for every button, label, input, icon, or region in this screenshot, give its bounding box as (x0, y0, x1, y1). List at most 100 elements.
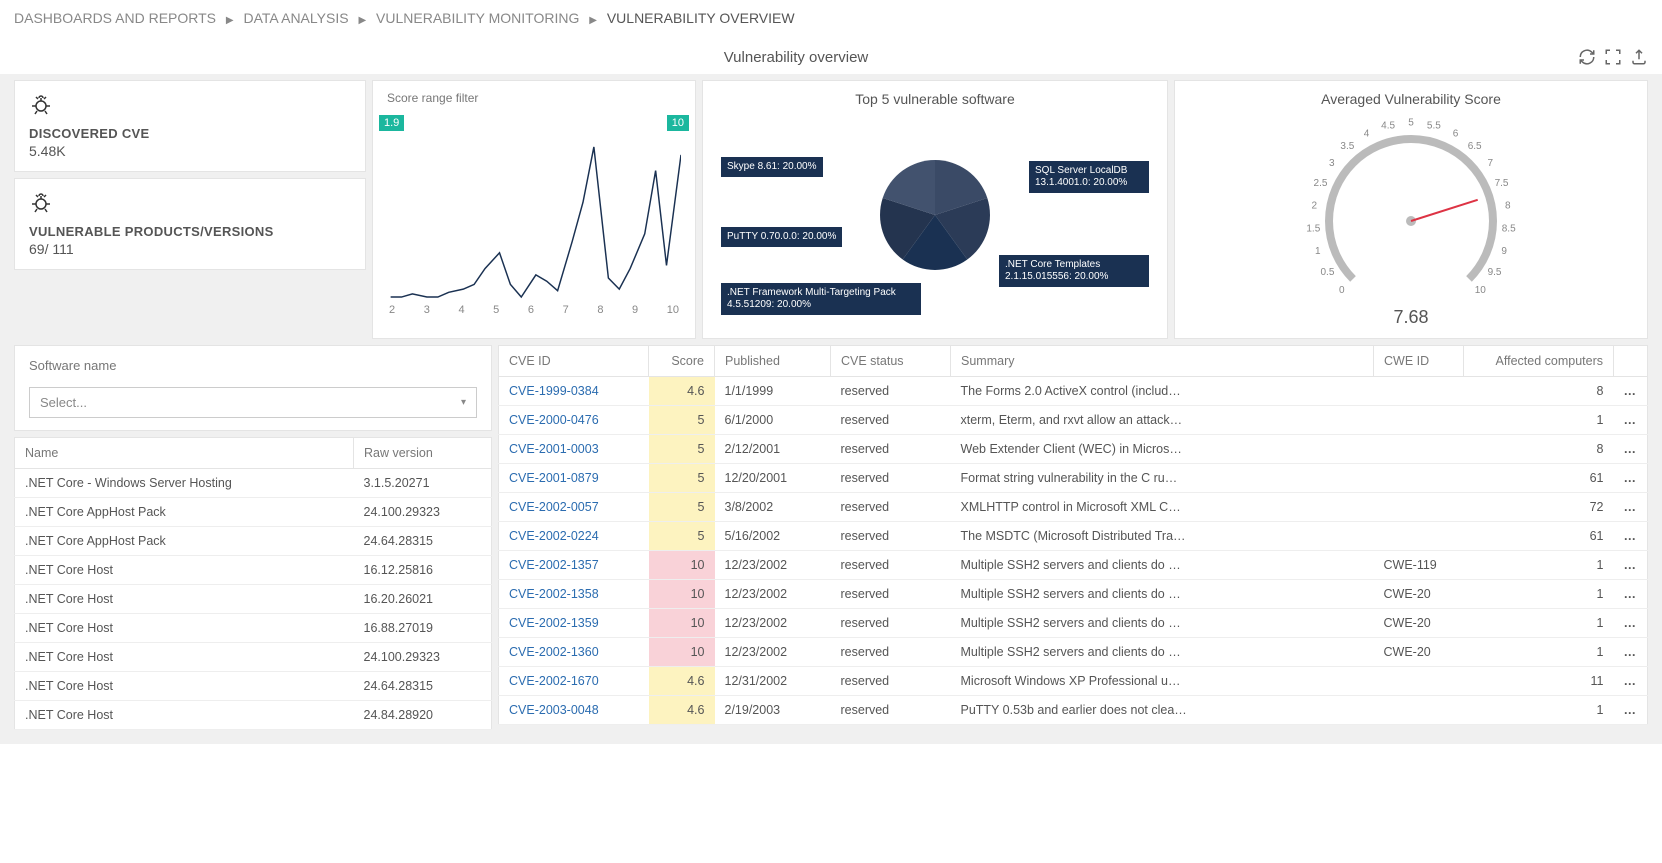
table-row[interactable]: CVE-2002-13571012/23/2002reservedMultipl… (499, 551, 1648, 580)
fullscreen-icon[interactable] (1604, 48, 1622, 66)
table-header[interactable]: Affected computers (1464, 346, 1614, 377)
filter-label: Software name (29, 358, 116, 373)
software-name-filter: Software name Select... ▾ (14, 345, 492, 431)
more-button[interactable]: … (1614, 406, 1648, 435)
svg-text:7.5: 7.5 (1495, 178, 1509, 189)
range-max-badge[interactable]: 10 (667, 115, 689, 131)
page-title: Vulnerability overview (14, 49, 1578, 66)
table-row[interactable]: CVE-2002-13601012/23/2002reservedMultipl… (499, 638, 1648, 667)
cve-link[interactable]: CVE-2000-0476 (509, 413, 599, 427)
more-button[interactable]: … (1614, 377, 1648, 406)
table-header[interactable]: CWE ID (1374, 346, 1464, 377)
table-row[interactable]: .NET Core - Windows Server Hosting3.1.5.… (15, 469, 492, 498)
table-row[interactable]: CVE-2002-005753/8/2002reservedXMLHTTP co… (499, 493, 1648, 522)
more-button[interactable]: … (1614, 551, 1648, 580)
vulnerable-versions-card: VULNERABLE PRODUCTS/VERSIONS 69/ 111 (14, 178, 366, 270)
table-row[interactable]: .NET Core AppHost Pack24.64.28315 (15, 527, 492, 556)
more-button[interactable]: … (1614, 667, 1648, 696)
cve-table: CVE IDScorePublishedCVE statusSummaryCWE… (498, 345, 1648, 725)
card-title: Score range filter (387, 91, 681, 105)
table-row[interactable]: .NET Core Host16.88.27019 (15, 614, 492, 643)
more-button[interactable]: … (1614, 493, 1648, 522)
software-name-select[interactable]: Select... ▾ (29, 387, 477, 418)
more-button[interactable]: … (1614, 522, 1648, 551)
table-header[interactable] (1614, 346, 1648, 377)
more-button[interactable]: … (1614, 464, 1648, 493)
pie-label: Skype 8.61: 20.00% (721, 157, 823, 177)
table-row[interactable]: .NET Core Host24.100.29323 (15, 643, 492, 672)
table-row[interactable]: CVE-1999-03844.61/1/1999reservedThe Form… (499, 377, 1648, 406)
breadcrumb-current: VULNERABILITY OVERVIEW (607, 10, 795, 26)
svg-text:3.5: 3.5 (1340, 141, 1354, 152)
table-row[interactable]: .NET Core Host16.20.26021 (15, 585, 492, 614)
cve-link[interactable]: CVE-2002-1358 (509, 587, 599, 601)
pie-chart[interactable] (875, 155, 995, 275)
svg-text:1: 1 (1315, 246, 1321, 257)
svg-text:9: 9 (1501, 246, 1507, 257)
svg-text:8: 8 (1505, 200, 1511, 211)
table-row[interactable]: CVE-2002-13581012/23/2002reservedMultipl… (499, 580, 1648, 609)
table-row[interactable]: .NET Core Host24.84.28920 (15, 701, 492, 730)
svg-text:8.5: 8.5 (1502, 223, 1516, 234)
cve-link[interactable]: CVE-2002-1357 (509, 558, 599, 572)
score-range-chart[interactable] (387, 141, 681, 299)
breadcrumb-item[interactable]: VULNERABILITY MONITORING (376, 10, 579, 26)
table-row[interactable]: CVE-2001-0879512/20/2001reservedFormat s… (499, 464, 1648, 493)
cve-link[interactable]: CVE-2002-0224 (509, 529, 599, 543)
breadcrumb-item[interactable]: DATA ANALYSIS (244, 10, 349, 26)
cve-link[interactable]: CVE-2003-0048 (509, 703, 599, 717)
gauge-chart: 00.511.522.533.544.555.566.577.588.599.5… (1189, 111, 1633, 311)
x-axis: 2345678910 (387, 302, 681, 316)
chevron-right-icon: ▶ (358, 15, 366, 26)
table-header[interactable]: CVE ID (499, 346, 649, 377)
pie-label: .NET Core Templates 2.1.15.015556: 20.00… (999, 255, 1149, 287)
avg-vulnerability-score-card: Averaged Vulnerability Score 00.511.522.… (1174, 80, 1648, 339)
svg-text:0.5: 0.5 (1320, 267, 1334, 278)
breadcrumb: DASHBOARDS AND REPORTS ▶ DATA ANALYSIS ▶… (0, 0, 1662, 36)
more-button[interactable]: … (1614, 609, 1648, 638)
cve-link[interactable]: CVE-2002-1670 (509, 674, 599, 688)
chevron-right-icon: ▶ (226, 15, 234, 26)
svg-text:7: 7 (1488, 158, 1494, 169)
cve-link[interactable]: CVE-2002-1359 (509, 616, 599, 630)
svg-text:0: 0 (1339, 285, 1345, 296)
export-icon[interactable] (1630, 48, 1648, 66)
table-row[interactable]: .NET Core Host24.64.28315 (15, 672, 492, 701)
pie-label: .NET Framework Multi-Targeting Pack 4.5.… (721, 283, 921, 315)
svg-text:3: 3 (1329, 158, 1335, 169)
refresh-icon[interactable] (1578, 48, 1596, 66)
table-row[interactable]: CVE-2001-000352/12/2001reservedWeb Exten… (499, 435, 1648, 464)
table-header[interactable]: Summary (951, 346, 1374, 377)
chevron-down-icon: ▾ (461, 397, 466, 408)
table-row[interactable]: CVE-2000-047656/1/2000reservedxterm, Ete… (499, 406, 1648, 435)
table-row[interactable]: .NET Core AppHost Pack24.100.29323 (15, 498, 492, 527)
more-button[interactable]: … (1614, 435, 1648, 464)
table-header[interactable]: Name (15, 438, 354, 469)
more-button[interactable]: … (1614, 580, 1648, 609)
svg-text:2: 2 (1311, 200, 1317, 211)
more-button[interactable]: … (1614, 696, 1648, 725)
table-row[interactable]: .NET Core Host16.12.25816 (15, 556, 492, 585)
cve-link[interactable]: CVE-2002-0057 (509, 500, 599, 514)
cve-link[interactable]: CVE-2002-1360 (509, 645, 599, 659)
table-row[interactable]: CVE-2003-00484.62/19/2003reservedPuTTY 0… (499, 696, 1648, 725)
software-table: Name Raw version .NET Core - Windows Ser… (14, 437, 492, 730)
svg-text:2.5: 2.5 (1314, 178, 1328, 189)
cve-link[interactable]: CVE-1999-0384 (509, 384, 599, 398)
top5-software-card: Top 5 vulnerable software Skype 8.61: 20… (702, 80, 1168, 339)
table-header[interactable]: Score (649, 346, 715, 377)
chevron-right-icon: ▶ (589, 15, 597, 26)
range-min-badge[interactable]: 1.9 (379, 115, 404, 131)
table-row[interactable]: CVE-2002-13591012/23/2002reservedMultipl… (499, 609, 1648, 638)
breadcrumb-item[interactable]: DASHBOARDS AND REPORTS (14, 10, 216, 26)
cve-link[interactable]: CVE-2001-0003 (509, 442, 599, 456)
table-header[interactable]: CVE status (831, 346, 951, 377)
table-header[interactable]: Published (715, 346, 831, 377)
more-button[interactable]: … (1614, 638, 1648, 667)
table-row[interactable]: CVE-2002-022455/16/2002reservedThe MSDTC… (499, 522, 1648, 551)
bug-icon (29, 93, 53, 117)
bug-icon (29, 191, 53, 215)
table-header[interactable]: Raw version (354, 438, 492, 469)
cve-link[interactable]: CVE-2001-0879 (509, 471, 599, 485)
table-row[interactable]: CVE-2002-16704.612/31/2002reservedMicros… (499, 667, 1648, 696)
